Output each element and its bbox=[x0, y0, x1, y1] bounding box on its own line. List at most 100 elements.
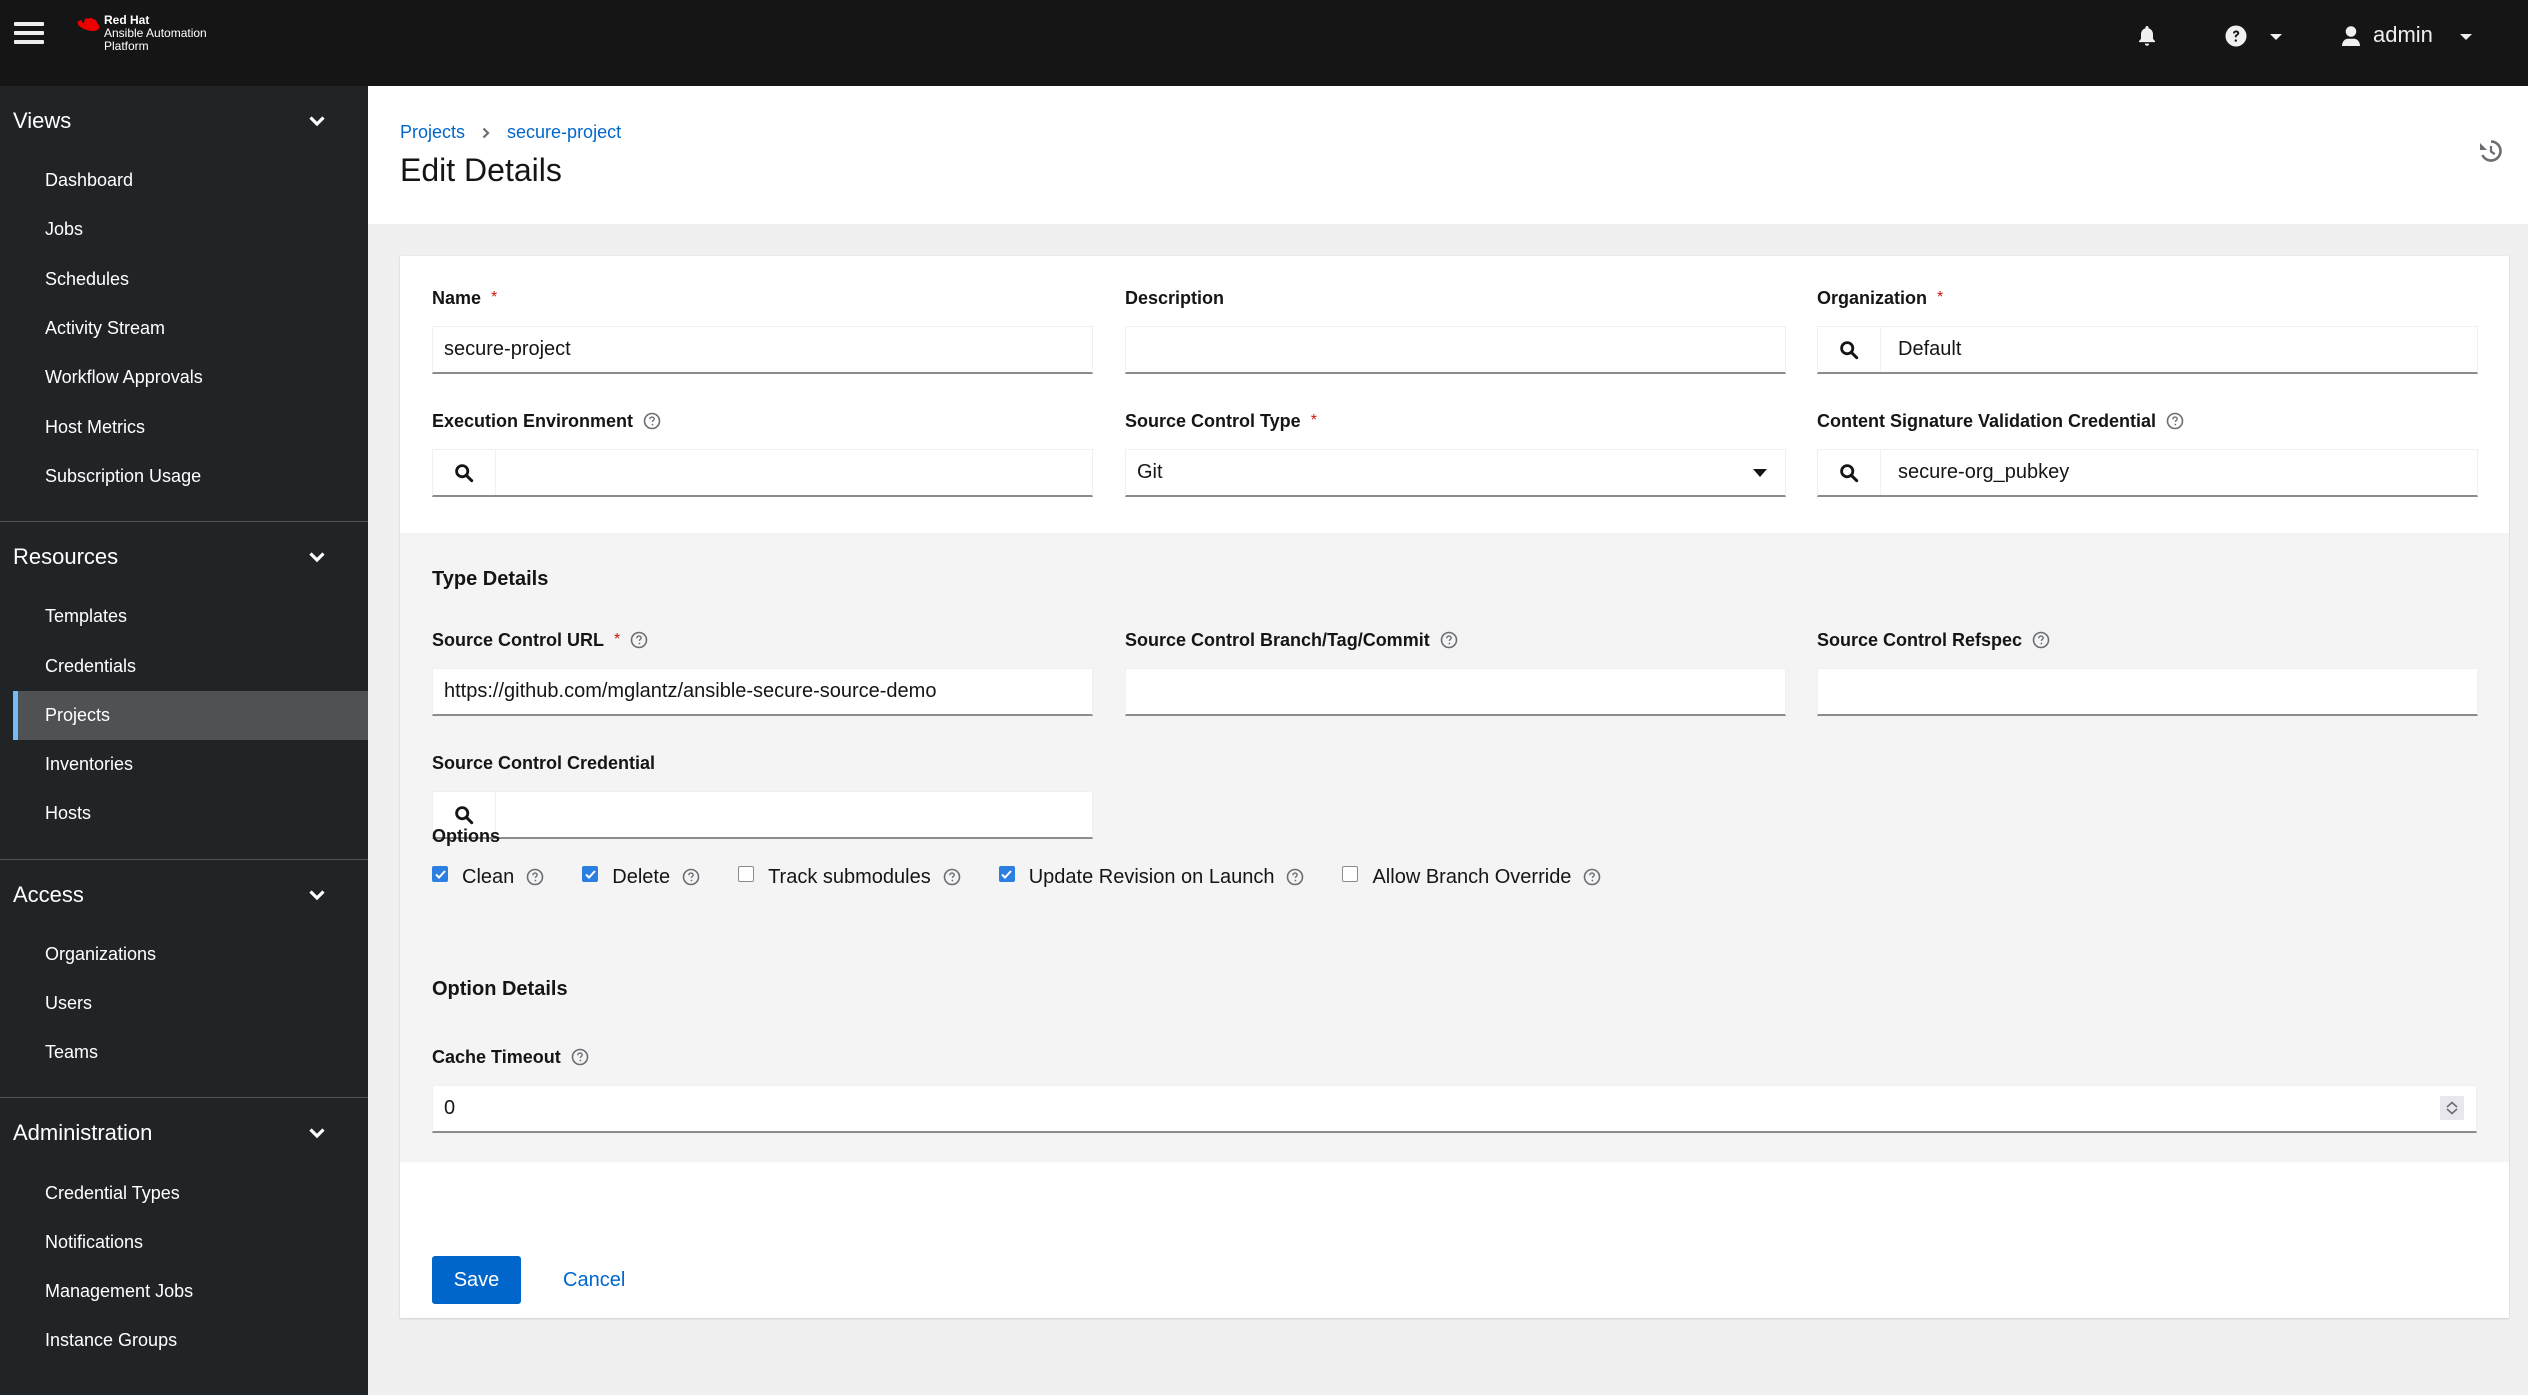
sidebar-item-notifications[interactable]: Notifications bbox=[13, 1218, 368, 1267]
sidebar-item-subscription-usage[interactable]: Subscription Usage bbox=[13, 452, 368, 501]
source-control-refspec-input[interactable] bbox=[1817, 668, 2478, 716]
sidebar-item-host-metrics[interactable]: Host Metrics bbox=[13, 402, 368, 451]
save-button[interactable]: Save bbox=[432, 1256, 521, 1304]
source-control-url-input[interactable]: https://github.com/mglantz/ansible-secur… bbox=[432, 668, 1093, 716]
organization-search-button[interactable] bbox=[1818, 327, 1881, 372]
organization-label: Organization * bbox=[1817, 286, 2478, 310]
sidebar-item-dashboard[interactable]: Dashboard bbox=[13, 156, 368, 205]
organization-lookup-input[interactable]: Default bbox=[1817, 326, 2478, 374]
checkbox[interactable] bbox=[1342, 866, 1359, 882]
content-signature-search-button[interactable] bbox=[1818, 450, 1881, 495]
brand-logo[interactable]: Red Hat Ansible Automation Platform bbox=[76, 14, 207, 53]
search-icon bbox=[455, 463, 474, 482]
option-clean[interactable]: Clean bbox=[432, 866, 544, 889]
sidebar-item-schedules[interactable]: Schedules bbox=[13, 255, 368, 304]
sidebar-item-projects[interactable]: Projects bbox=[13, 690, 368, 741]
nav-group-toggle-administration[interactable]: Administration bbox=[0, 1098, 368, 1168]
options-label: Options bbox=[432, 824, 500, 848]
source-control-credential-lookup-input[interactable] bbox=[432, 791, 1093, 839]
nav-group-toggle-views[interactable]: Views bbox=[0, 86, 368, 156]
search-icon bbox=[1840, 463, 1859, 482]
options-label-text: Options bbox=[432, 825, 500, 846]
source-control-branch-input[interactable] bbox=[1125, 668, 1786, 716]
help-circle-icon[interactable] bbox=[2032, 631, 2050, 649]
name-label: Name * bbox=[432, 286, 1093, 310]
help-dropdown-caret-icon[interactable] bbox=[2262, 22, 2290, 50]
sidebar-item-hosts[interactable]: Hosts bbox=[13, 789, 368, 838]
hamburger-bar bbox=[14, 40, 44, 44]
breadcrumb-current-link[interactable]: secure-project bbox=[507, 122, 621, 143]
breadcrumb-projects-link[interactable]: Projects bbox=[400, 122, 465, 143]
source-control-refspec-field-group: Source Control Refspec bbox=[1817, 628, 2478, 716]
sidebar-item-credential-types[interactable]: Credential Types bbox=[13, 1168, 368, 1217]
name-input[interactable]: secure-project bbox=[432, 326, 1093, 374]
nav-group-toggle-resources[interactable]: Resources bbox=[0, 522, 368, 592]
option-update-revision-on-launch[interactable]: Update Revision on Launch bbox=[998, 866, 1305, 889]
description-input[interactable] bbox=[1125, 326, 1786, 374]
help-circle-icon[interactable] bbox=[2166, 412, 2184, 430]
content-signature-lookup-input[interactable]: secure-org_pubkey bbox=[1817, 449, 2478, 497]
source-control-type-select[interactable]: Git bbox=[1125, 449, 1786, 497]
sidebar-item-teams[interactable]: Teams bbox=[13, 1028, 368, 1077]
checkbox[interactable] bbox=[582, 866, 599, 882]
help-circle-icon[interactable] bbox=[526, 868, 544, 886]
help-circle-icon[interactable] bbox=[1440, 631, 1458, 649]
sidebar-item-inventories[interactable]: Inventories bbox=[13, 740, 368, 789]
source-control-branch-field-group: Source Control Branch/Tag/Commit bbox=[1125, 628, 1786, 716]
hamburger-bar bbox=[14, 31, 44, 35]
user-dropdown-caret-icon[interactable] bbox=[2452, 22, 2480, 50]
cache-timeout-number-input[interactable]: 0 bbox=[432, 1085, 2477, 1133]
user-menu-toggle[interactable]: admin bbox=[2373, 20, 2433, 50]
help-circle-icon[interactable] bbox=[943, 868, 961, 886]
sidebar-item-label: Subscription Usage bbox=[45, 465, 202, 486]
source-control-credential-label-text: Source Control Credential bbox=[432, 752, 656, 773]
source-control-branch-label-text: Source Control Branch/Tag/Commit bbox=[1125, 629, 1430, 650]
option-allow-branch-override[interactable]: Allow Branch Override bbox=[1342, 866, 1601, 889]
nav-toggle-button[interactable] bbox=[14, 22, 44, 48]
required-asterisk: * bbox=[1937, 289, 1944, 306]
nav-group-toggle-access[interactable]: Access bbox=[0, 860, 368, 930]
sidebar-item-label: Templates bbox=[45, 606, 128, 627]
sidebar-item-instance-groups[interactable]: Instance Groups bbox=[13, 1316, 368, 1365]
sidebar-item-management-jobs[interactable]: Management Jobs bbox=[13, 1267, 368, 1316]
sidebar-item-workflow-approvals[interactable]: Workflow Approvals bbox=[13, 353, 368, 402]
name-field-group: Name * secure-project bbox=[432, 286, 1093, 374]
sidebar-item-users[interactable]: Users bbox=[13, 979, 368, 1028]
sidebar-item-label: Schedules bbox=[45, 268, 130, 289]
sidebar-item-credentials[interactable]: Credentials bbox=[13, 641, 368, 690]
chevron-down-icon[interactable] bbox=[2446, 1108, 2458, 1115]
execution-environment-lookup-input[interactable] bbox=[432, 449, 1093, 497]
help-circle-icon[interactable] bbox=[571, 1048, 589, 1066]
execution-environment-search-button[interactable] bbox=[433, 450, 496, 495]
source-control-credential-field-group: Source Control Credential bbox=[432, 751, 1093, 839]
cancel-button[interactable]: Cancel bbox=[563, 1269, 625, 1292]
source-control-url-input-value: https://github.com/mglantz/ansible-secur… bbox=[444, 680, 937, 702]
user-avatar-icon[interactable] bbox=[2337, 22, 2365, 50]
help-circle-icon[interactable] bbox=[682, 868, 700, 886]
sidebar-item-activity-stream[interactable]: Activity Stream bbox=[13, 304, 368, 353]
source-control-refspec-label-text: Source Control Refspec bbox=[1817, 629, 2023, 650]
sidebar-item-templates[interactable]: Templates bbox=[13, 592, 368, 641]
help-circle-icon[interactable] bbox=[1583, 868, 1601, 886]
nav-section-views: Views Dashboard Jobs Schedules Activity Stre… bbox=[0, 86, 368, 521]
help-icon[interactable] bbox=[2222, 22, 2250, 50]
chevron-down-icon bbox=[309, 552, 325, 563]
help-circle-icon[interactable] bbox=[643, 412, 661, 430]
option-delete[interactable]: Delete bbox=[582, 866, 700, 889]
help-circle-icon[interactable] bbox=[630, 631, 648, 649]
activity-stream-history-icon[interactable] bbox=[2478, 138, 2504, 164]
notifications-bell-icon[interactable] bbox=[2133, 22, 2161, 50]
option-track-submodules[interactable]: Track submodules bbox=[738, 866, 961, 889]
checkbox[interactable] bbox=[432, 866, 448, 882]
number-spinner[interactable] bbox=[2440, 1096, 2464, 1120]
help-circle-icon[interactable] bbox=[1286, 868, 1304, 886]
sidebar-item-jobs[interactable]: Jobs bbox=[13, 205, 368, 254]
page-title: Edit Details bbox=[400, 152, 562, 188]
checkbox[interactable] bbox=[738, 866, 755, 882]
name-input-value: secure-project bbox=[444, 338, 571, 360]
chevron-up-icon[interactable] bbox=[2446, 1101, 2458, 1108]
sidebar-item-label: Projects bbox=[45, 704, 111, 725]
sidebar-item-organizations[interactable]: Organizations bbox=[13, 930, 368, 979]
checkbox[interactable] bbox=[998, 866, 1015, 882]
option-label: Clean bbox=[462, 865, 515, 888]
